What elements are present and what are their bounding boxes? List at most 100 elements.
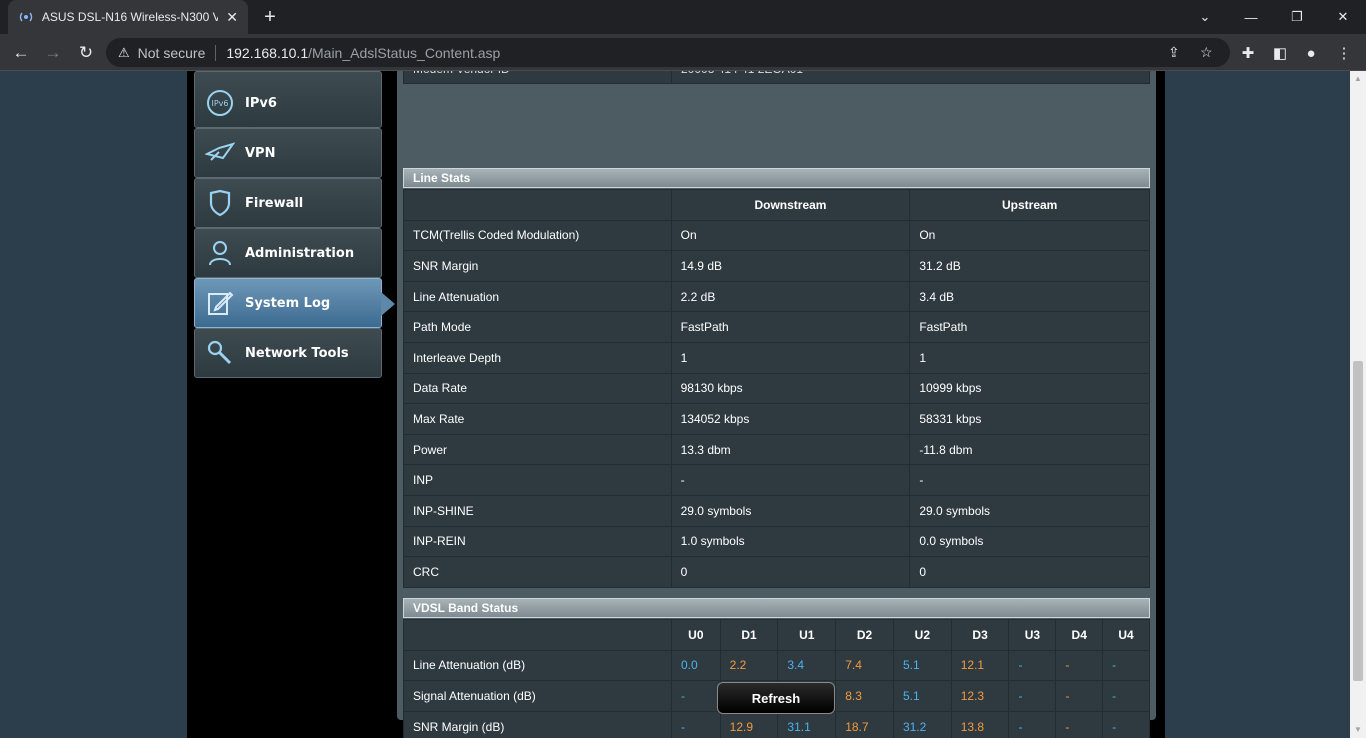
band-value: 31.1: [777, 710, 837, 738]
sidebar-item-network-tools[interactable]: Network Tools: [194, 328, 382, 378]
refresh-button[interactable]: Refresh: [717, 682, 835, 714]
sidebar-item-administration[interactable]: Administration: [194, 228, 382, 278]
modem-info-table: Modem Vendor ID 20003 414 41 2EOA01: [403, 71, 1150, 84]
row-label: SNR Margin (dB): [403, 710, 672, 738]
upstream-value: 0.0 symbols: [909, 525, 1150, 558]
band-value: 31.2: [892, 710, 952, 738]
extensions-puzzle-icon[interactable]: ✚: [1237, 42, 1259, 64]
table-row: TCM(Trellis Coded Modulation) On On: [403, 219, 1150, 252]
line-stats-table: Downstream Upstream TCM(Trellis Coded Mo…: [403, 189, 1150, 588]
band-value: -: [671, 680, 721, 712]
close-window-icon[interactable]: ✕: [1320, 0, 1366, 34]
table-row: Data Rate 98130 kbps 10999 kbps: [403, 372, 1150, 405]
band-value: -: [1055, 710, 1104, 738]
scroll-down-icon[interactable]: ▼: [1354, 726, 1362, 734]
band-value: 5.1: [892, 649, 952, 682]
sidebar-item-label: Network Tools: [245, 345, 349, 361]
warning-icon: ⚠: [118, 44, 130, 60]
minimize-icon[interactable]: —: [1228, 0, 1274, 34]
downstream-value: 134052 kbps: [670, 403, 911, 435]
table-row: Power 13.3 dbm -11.8 dbm: [403, 433, 1150, 466]
upstream-value: 0: [909, 556, 1150, 588]
sidebar-item-vpn[interactable]: VPN: [194, 128, 382, 178]
tab-title: ASUS DSL-N16 Wireless-N300 VD: [41, 10, 219, 24]
table-row: SNR Margin (dB) -12.9 31.1 18.7 31.2 13.8- - -: [403, 710, 1150, 738]
admin-user-icon: [205, 238, 235, 268]
address-bar-row: ← → ↻ ⚠ Not secure 192.168.10.1 /Main_Ad…: [0, 34, 1366, 71]
band-value: -: [1102, 710, 1150, 738]
band-header: D4: [1055, 619, 1104, 651]
url-path: /Main_AdslStatus_Content.asp: [308, 44, 501, 61]
page-scrollbar[interactable]: ▲ ▼: [1350, 71, 1366, 738]
downstream-value: 13.3 dbm: [670, 433, 911, 466]
side-panel-icon[interactable]: ◧: [1269, 42, 1291, 64]
content-panel: Modem Vendor ID 20003 414 41 2EOA01 Line…: [397, 71, 1156, 738]
table-row: Path Mode FastPath FastPath: [403, 311, 1150, 343]
row-label: Data Rate: [403, 372, 672, 405]
band-value: -: [1008, 649, 1057, 682]
browser-tab-bar: ASUS DSL-N16 Wireless-N300 VD ✕ + ⌄ — ❐ …: [0, 0, 1366, 34]
share-icon[interactable]: ⇪: [1168, 44, 1180, 61]
url-omnibox[interactable]: ⚠ Not secure 192.168.10.1 /Main_AdslStat…: [106, 38, 1230, 67]
table-row: Interleave Depth 1 1: [403, 341, 1150, 374]
forward-icon[interactable]: →: [40, 40, 66, 66]
band-value: 13.8: [950, 710, 1010, 738]
sidebar-item-label: IPv6: [245, 95, 277, 111]
active-indicator-arrow: [381, 292, 395, 316]
security-label[interactable]: Not secure: [138, 45, 206, 61]
upstream-value: 10999 kbps: [909, 372, 1150, 405]
vpn-icon: [205, 138, 235, 168]
band-value: 3.4: [777, 649, 837, 682]
back-icon[interactable]: ←: [8, 40, 34, 66]
browser-tab[interactable]: ASUS DSL-N16 Wireless-N300 VD ✕: [8, 0, 248, 34]
band-value: -: [1055, 649, 1104, 682]
sidebar-item-label: VPN: [245, 145, 276, 161]
table-row: INP - -: [403, 464, 1150, 496]
new-tab-icon[interactable]: +: [258, 6, 282, 28]
tab-close-icon[interactable]: ✕: [226, 9, 238, 26]
downstream-value: On: [670, 219, 911, 252]
sidebar-item-ipv6[interactable]: IPv6 IPv6: [194, 71, 382, 128]
band-value: 0.0: [671, 649, 721, 682]
sidebar-item-system-log[interactable]: System Log: [194, 278, 395, 328]
band-header: D3: [950, 619, 1010, 651]
upstream-value: 58331 kbps: [909, 403, 1150, 435]
row-label: Line Attenuation: [403, 280, 672, 313]
shield-icon: [205, 188, 235, 218]
url-host: 192.168.10.1: [226, 44, 309, 61]
sidebar-item-firewall[interactable]: Firewall: [194, 178, 382, 228]
vdsl-band-header: VDSL Band Status: [403, 598, 1150, 618]
downstream-value: -: [670, 464, 911, 496]
tab-search-icon[interactable]: ⌄: [1182, 0, 1228, 34]
router-admin-page: IPv6 IPv6 VPN Firewall Administration Sy…: [0, 71, 1350, 738]
line-stats-header: Line Stats: [403, 168, 1150, 188]
band-value: -: [1055, 680, 1104, 712]
bookmark-star-icon[interactable]: ☆: [1200, 44, 1213, 61]
row-label: Interleave Depth: [403, 341, 672, 374]
downstream-value: 1.0 symbols: [670, 525, 911, 558]
band-header: U1: [777, 619, 837, 651]
upstream-value: 1: [909, 341, 1150, 374]
sidebar-item-label: Administration: [245, 245, 355, 261]
restore-icon[interactable]: ❐: [1274, 0, 1320, 34]
row-label: INP: [403, 464, 672, 496]
vdsl-band-table: U0 D1 U1 D2 U2 D3 U3 D4 U4 Line Attenuation (dB)…: [403, 619, 1150, 738]
profile-avatar-icon[interactable]: ●: [1300, 42, 1322, 64]
svg-text:IPv6: IPv6: [211, 99, 228, 108]
scroll-up-icon[interactable]: ▲: [1354, 75, 1362, 83]
row-value: 20003 414 41 2EOA01: [671, 71, 1150, 84]
band-value: -: [1102, 649, 1150, 682]
browser-menu-icon[interactable]: ⋮: [1333, 42, 1355, 64]
scroll-thumb[interactable]: [1353, 361, 1363, 681]
downstream-value: 2.2 dB: [670, 280, 911, 313]
downstream-header: Downstream: [670, 189, 911, 221]
band-value: -: [1008, 680, 1057, 712]
reload-icon[interactable]: ↻: [73, 40, 99, 66]
table-row: CRC 0 0: [403, 556, 1150, 588]
downstream-value: 14.9 dB: [670, 250, 911, 282]
table-header-row: Downstream Upstream: [403, 189, 1150, 221]
upstream-value: 31.2 dB: [909, 250, 1150, 282]
table-header-row: U0 D1 U1 D2 U2 D3 U3 D4 U4: [403, 619, 1150, 651]
wrench-icon: [205, 338, 235, 368]
downstream-value: 98130 kbps: [670, 372, 911, 405]
